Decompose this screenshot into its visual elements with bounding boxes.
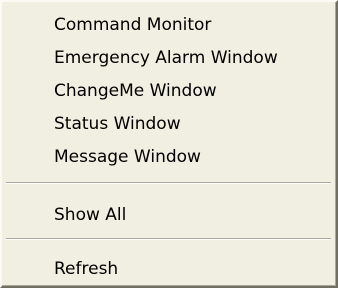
menu-item-command-monitor[interactable]: Command Monitor: [4, 8, 333, 42]
menu-separator: [6, 182, 331, 184]
menu-item-show-all[interactable]: Show All: [4, 198, 333, 232]
menu-item-refresh[interactable]: Refresh: [4, 252, 333, 286]
menu-item-status-window[interactable]: Status Window: [4, 107, 333, 141]
context-menu: Command Monitor Emergency Alarm Window C…: [0, 0, 338, 288]
menu-item-message-window[interactable]: Message Window: [4, 140, 333, 174]
menu-item-changeme-window[interactable]: ChangeMe Window: [4, 74, 333, 108]
menu-item-emergency-alarm-window[interactable]: Emergency Alarm Window: [4, 41, 333, 75]
menu-separator: [6, 238, 331, 240]
